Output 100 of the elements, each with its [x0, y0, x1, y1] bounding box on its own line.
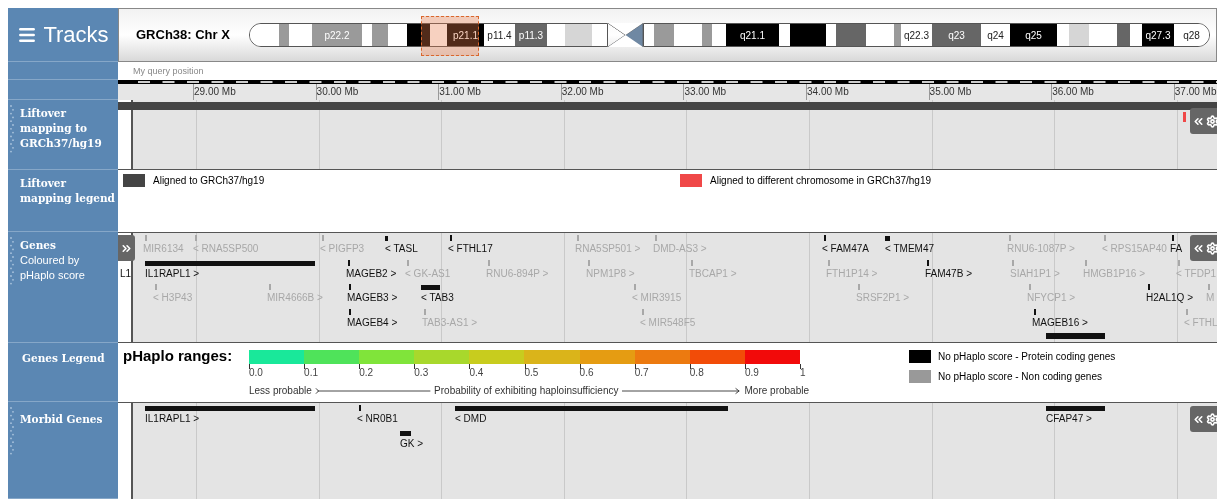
chromosome-band: q21.1 [726, 24, 779, 46]
scale-end-label: More probable [744, 384, 809, 398]
gene-label[interactable]: < NR0B1 [357, 413, 398, 425]
gene-label[interactable]: IL1RAPL1 > [145, 413, 200, 425]
gene-label[interactable]: < MIR548F5 [640, 316, 696, 329]
assembly-title: GRCh38: Chr X [136, 26, 231, 45]
range-tick-label: 0.1 [304, 367, 318, 379]
gene-label[interactable]: < FAM47A [822, 243, 869, 255]
collapse-button[interactable] [1190, 406, 1206, 432]
settings-button[interactable] [1206, 235, 1217, 261]
chromosome-band: p22.2 [312, 24, 362, 46]
gene-label[interactable]: NFYCP1 > [1027, 292, 1076, 304]
gene-label[interactable]: < TFDP1 [1176, 267, 1217, 280]
gene-feature [1046, 406, 1105, 411]
track-title: Liftover mapping to GRCh37/hg19 [20, 106, 103, 151]
legend-label: Aligned to GRCh37/hg19 [153, 174, 265, 188]
ruler-tick-label: 32.00 Mb [561, 86, 604, 98]
gene-label[interactable]: IL1RAPL1 > [145, 267, 200, 280]
gene-label[interactable]: < FTHL [1184, 316, 1217, 329]
chromosome-band: q25 [1010, 24, 1057, 46]
range-tick-label: 0.5 [524, 367, 539, 379]
legend-label: No pHaplo score - Non coding genes [938, 370, 1102, 384]
legend-heading: pHaplo ranges: [122, 347, 234, 365]
gene-label[interactable]: RNU6-1087P > [1007, 243, 1075, 255]
chromosome-band: q23 [932, 24, 981, 46]
collapse-button[interactable] [1190, 108, 1206, 134]
gene-label[interactable]: < TASL [385, 243, 418, 255]
gene-label[interactable]: MAGEB3 > [347, 292, 398, 304]
gene-label[interactable]: RNA5SP501 > [575, 243, 641, 255]
range-tick-label: 1 [800, 367, 806, 379]
gene-label[interactable]: MIR4666B > [267, 292, 323, 304]
gene-feature [1046, 333, 1105, 339]
ruler-tick-label: 35.00 Mb [929, 86, 972, 98]
gene-feature [421, 285, 440, 290]
gene-label[interactable]: < DMD [455, 413, 487, 425]
gene-feature [400, 430, 411, 436]
gene-label[interactable]: MAGEB2 > [346, 267, 397, 280]
gene-label[interactable]: L1 [120, 267, 132, 280]
gene-label[interactable]: < MIR3915 [632, 292, 682, 304]
gene-label[interactable]: < FTHL17 [448, 243, 493, 255]
track-subtitle: Coloured by pHaplo score [20, 253, 86, 283]
gene-label[interactable]: TAB3-AS1 > [422, 316, 478, 329]
gene-label[interactable]: SIAH1P1 > [1010, 267, 1060, 280]
gene-label[interactable]: H2AL1Q > [1146, 292, 1193, 304]
gene-label[interactable]: CFAP47 > [1046, 413, 1092, 425]
gene-label[interactable]: FA [1170, 243, 1183, 255]
settings-button[interactable] [1206, 108, 1217, 134]
drag-handle-icon[interactable] [10, 104, 14, 154]
chromosome-band: q28 [1174, 24, 1209, 46]
gene-label[interactable]: HMGB1P16 > [1083, 267, 1145, 280]
track-title: Liftover mapping legend [20, 176, 116, 206]
gene-label[interactable]: < GK-AS1 [405, 267, 451, 280]
collapse-button[interactable] [1190, 235, 1206, 261]
range-tick-label: 0.7 [634, 367, 649, 379]
gene-label[interactable]: GK > [400, 437, 424, 450]
chromosome-band: p11.4 [484, 24, 515, 46]
range-tick-label: 0.9 [744, 367, 759, 379]
settings-icon [1206, 241, 1217, 255]
range-tick-label: 0.0 [249, 367, 263, 379]
scale-axis-label: Probability of exhibiting haploinsufficiency [434, 384, 619, 398]
gene-label[interactable]: < H3P43 [153, 292, 193, 304]
gene-label[interactable]: < TAB3 [421, 292, 454, 304]
chromosome-band: p21.1 [447, 24, 484, 46]
chromosome-band: q22.3 [901, 24, 932, 46]
chromosome-band: q27.3 [1142, 24, 1174, 46]
gene-label[interactable]: MAGEB16 > [1032, 316, 1088, 329]
query-position-label: My query position [133, 65, 204, 78]
gene-label[interactable]: NPM1P8 > [586, 267, 635, 280]
selected-region [421, 16, 479, 56]
settings-button[interactable] [1206, 406, 1217, 432]
gene-label[interactable]: MIR6134 [143, 243, 184, 255]
arrow-icon [622, 386, 741, 395]
ruler-tick-label: 36.00 Mb [1052, 86, 1094, 98]
range-tick-label: 0.8 [689, 367, 704, 379]
gene-label[interactable]: MAGEB4 > [347, 316, 398, 329]
gene-feature [385, 236, 388, 241]
chromosome-band [407, 24, 430, 46]
gene-label[interactable]: FTH1P14 > [826, 267, 878, 280]
alignment-mark [1183, 112, 1186, 122]
drag-handle-icon[interactable] [10, 406, 14, 456]
gene-label[interactable]: < RPS15AP40 [1102, 243, 1167, 255]
gene-label[interactable]: DMD-AS3 > [653, 243, 707, 255]
gene-label[interactable]: < TMEM47 [885, 243, 934, 255]
gene-label[interactable]: SRSF2P1 > [856, 292, 910, 304]
gene-label[interactable]: < PIGFP3 [320, 243, 365, 255]
settings-icon [1206, 412, 1217, 426]
drag-handle-icon[interactable] [10, 236, 14, 286]
arrow-icon [314, 386, 432, 395]
chromosome-band [712, 24, 726, 46]
gene-label[interactable]: TBCAP1 > [689, 267, 737, 280]
range-tick-label: 0.4 [469, 367, 484, 379]
gene-label[interactable]: M [1206, 292, 1215, 304]
range-tick-label: 0.3 [414, 367, 429, 379]
ruler-tick-label: 37.00 Mb [1174, 86, 1217, 98]
range-tick-label: 0.2 [359, 367, 374, 379]
gene-label[interactable]: FAM47B > [925, 267, 972, 280]
expand-button[interactable] [118, 235, 135, 261]
range-tick-label: 0.6 [579, 367, 594, 379]
gene-label[interactable]: < RNA5SP500 [193, 243, 259, 255]
gene-label[interactable]: RNU6-894P > [486, 267, 549, 280]
